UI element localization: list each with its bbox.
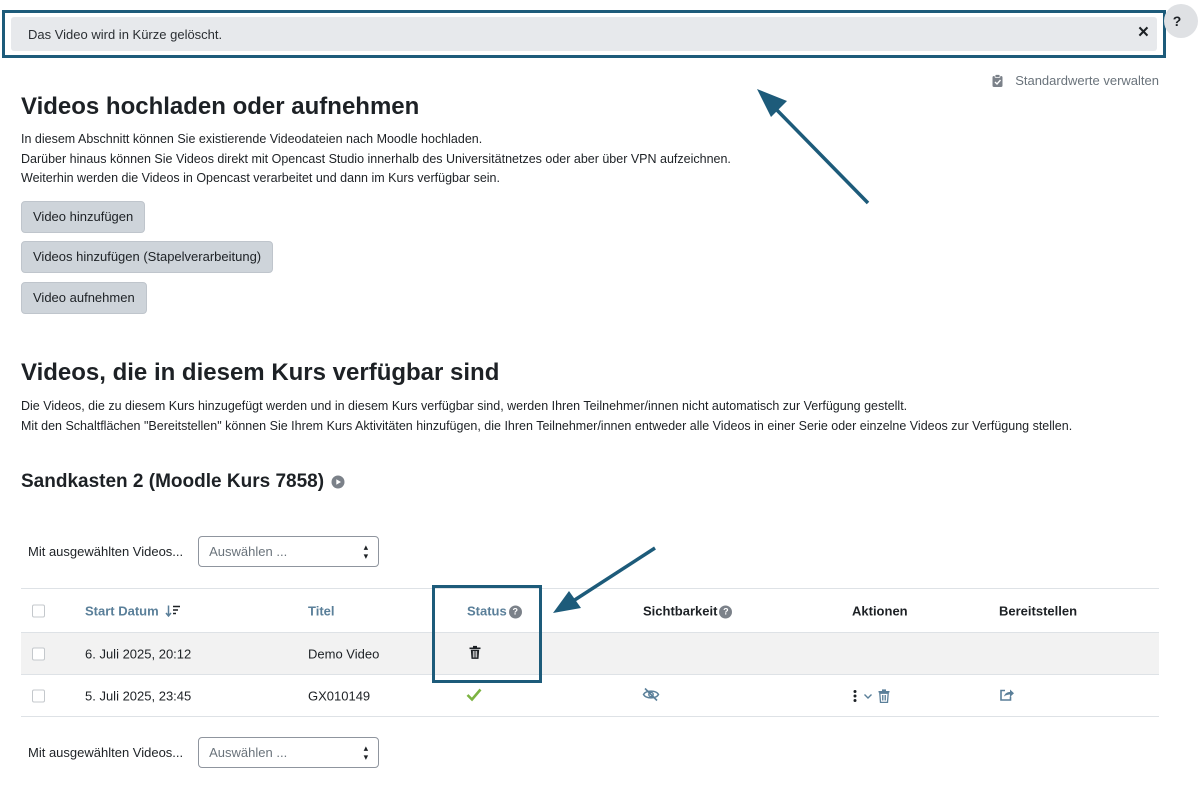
select-arrows-icon: ▴ ▾ bbox=[363, 541, 369, 561]
select-all-checkbox[interactable] bbox=[32, 604, 45, 617]
check-icon bbox=[466, 687, 482, 704]
available-heading: Videos, die in diesem Kurs verfügbar sin… bbox=[21, 359, 500, 386]
share-export-icon[interactable] bbox=[999, 687, 1015, 704]
visibility-hidden-icon[interactable] bbox=[642, 687, 660, 704]
upload-heading: Videos hochladen oder aufnehmen bbox=[21, 93, 420, 120]
bulk-select[interactable]: Auswählen ... ▴ ▾ bbox=[198, 737, 380, 768]
upload-line: Weiterhin werden die Videos in Opencast … bbox=[21, 171, 500, 185]
standard-values-label: Standardwerte verwalten bbox=[1015, 73, 1159, 88]
help-button[interactable]: ? bbox=[1164, 4, 1198, 38]
row-title: Demo Video bbox=[308, 646, 380, 661]
bulk-label: Mit ausgewählten Videos... bbox=[28, 544, 184, 559]
title-header[interactable]: Titel bbox=[308, 603, 335, 618]
add-video-button[interactable]: Video hinzufügen bbox=[21, 201, 146, 233]
course-title: Sandkasten 2 (Moodle Kurs 7858) bbox=[21, 471, 325, 492]
notification-highlight-box: Das Video wird in Kürze gelöscht. × bbox=[2, 10, 1166, 58]
select-arrows-icon: ▴ ▾ bbox=[363, 742, 369, 762]
notification-message: Das Video wird in Kürze gelöscht. bbox=[28, 27, 223, 42]
visibility-header: Sichtbarkeit? bbox=[643, 603, 733, 618]
available-description: Die Videos, die zu diesem Kurs hinzugefü… bbox=[21, 397, 1072, 436]
share-header: Bereitstellen bbox=[999, 603, 1078, 618]
bulk-select[interactable]: Auswählen ... ▴ ▾ bbox=[198, 536, 380, 567]
bulk-actions-bottom: Mit ausgewählten Videos... Auswählen ...… bbox=[28, 737, 380, 768]
upload-description: In diesem Abschnitt können Sie existiere… bbox=[21, 130, 731, 189]
available-line: Die Videos, die zu diesem Kurs hinzugefü… bbox=[21, 399, 908, 413]
status-header[interactable]: Status? bbox=[467, 603, 522, 618]
standard-values-link[interactable]: Standardwerte verwalten bbox=[991, 73, 1159, 88]
row-title: GX010149 bbox=[308, 688, 371, 703]
bulk-select-value: Auswählen ... bbox=[209, 544, 288, 559]
table-row: 5. Juli 2025, 23:45 GX010149 bbox=[21, 675, 1159, 717]
upload-line: In diesem Abschnitt können Sie existiere… bbox=[21, 132, 483, 146]
help-question-icon[interactable]: ? bbox=[719, 605, 733, 618]
sort-start-date-header[interactable]: Start Datum bbox=[85, 603, 181, 618]
upload-line: Darüber hinaus können Sie Videos direkt … bbox=[21, 151, 731, 166]
row-start-date: 5. Juli 2025, 23:45 bbox=[85, 688, 192, 703]
clipboard-icon bbox=[992, 74, 1003, 87]
available-line: Mit den Schaltflächen "Bereitstellen" kö… bbox=[21, 418, 1073, 433]
row-actions bbox=[852, 688, 890, 703]
record-video-button[interactable]: Video aufnehmen bbox=[21, 282, 147, 314]
bulk-label: Mit ausgewählten Videos... bbox=[28, 745, 184, 760]
arrow-to-notification bbox=[757, 89, 870, 205]
table-row: 6. Juli 2025, 20:12 Demo Video bbox=[21, 633, 1159, 675]
sort-descending-icon bbox=[165, 605, 181, 617]
status-header-label: Status bbox=[467, 603, 507, 618]
delete-trash-icon[interactable] bbox=[878, 688, 890, 703]
table-header-row: Start Datum Titel Status? Sichtbarkeit? … bbox=[21, 588, 1159, 633]
more-vertical-icon[interactable] bbox=[852, 689, 858, 703]
play-circle-icon[interactable] bbox=[331, 475, 345, 489]
chevron-down-icon[interactable] bbox=[863, 692, 873, 700]
row-checkbox[interactable] bbox=[32, 647, 45, 660]
visibility-header-label: Sichtbarkeit bbox=[643, 603, 718, 618]
course-heading: Sandkasten 2 (Moodle Kurs 7858) bbox=[21, 471, 345, 493]
help-question-icon[interactable]: ? bbox=[508, 605, 522, 618]
trash-icon bbox=[469, 645, 481, 662]
bulk-actions-top: Mit ausgewählten Videos... Auswählen ...… bbox=[28, 536, 380, 567]
close-icon[interactable]: × bbox=[1138, 22, 1149, 44]
notification-bar: Das Video wird in Kürze gelöscht. × bbox=[11, 17, 1157, 51]
add-videos-batch-button[interactable]: Videos hinzufügen (Stapelverarbeitung) bbox=[21, 241, 274, 273]
start-date-header-label: Start Datum bbox=[85, 603, 159, 618]
row-checkbox[interactable] bbox=[32, 689, 45, 702]
bulk-select-value: Auswählen ... bbox=[209, 745, 288, 760]
actions-header: Aktionen bbox=[852, 603, 908, 618]
row-start-date: 6. Juli 2025, 20:12 bbox=[85, 646, 192, 661]
